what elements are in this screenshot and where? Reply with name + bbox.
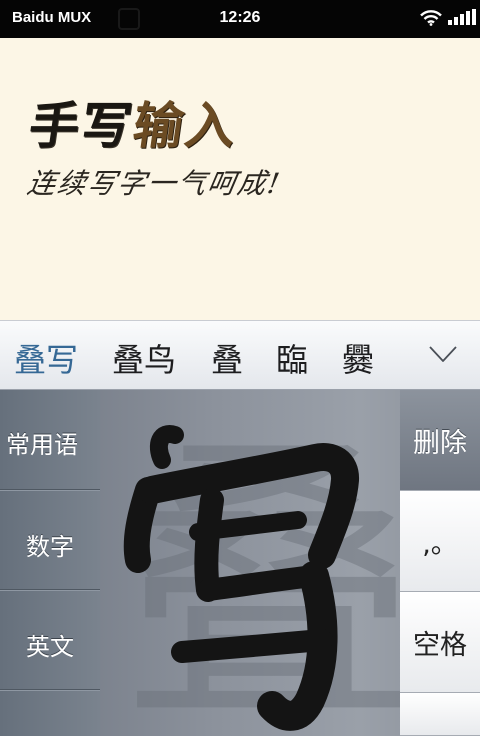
wifi-icon xyxy=(420,10,442,26)
space-key[interactable]: 空格 xyxy=(400,592,480,693)
candidate-1[interactable]: 叠鸟 xyxy=(112,335,176,381)
hero-title-main: 手写 xyxy=(25,96,138,155)
hero-title: 手写输入 xyxy=(25,86,243,158)
candidate-2[interactable]: 叠 xyxy=(211,335,243,381)
status-bar: Baidu MUX 12:26 xyxy=(0,0,480,38)
hero-subtitle: 连续写字一气呵成! xyxy=(24,167,284,200)
handwriting-keyboard: 常用语 数字 英文 叠 删除 ,。 空格 xyxy=(0,390,480,736)
candidate-bar: 叠写 叠鸟 叠 臨 爨 xyxy=(0,320,480,390)
english-key[interactable]: 英文 xyxy=(0,590,100,690)
common-phrases-key[interactable]: 常用语 xyxy=(0,390,100,490)
left-key-column: 常用语 数字 英文 xyxy=(0,390,100,736)
delete-key[interactable]: 删除 xyxy=(400,390,480,491)
triangle-down-icon[interactable] xyxy=(428,345,458,363)
return-key[interactable] xyxy=(400,693,480,736)
signal-icon xyxy=(448,9,476,25)
hero-banner: 手写输入 连续写字一气呵成! xyxy=(0,38,480,320)
status-clock: 12:26 xyxy=(219,9,261,26)
left-divider xyxy=(0,689,100,690)
punctuation-key[interactable]: ,。 xyxy=(400,491,480,592)
candidate-0[interactable]: 叠写 xyxy=(14,335,78,381)
hero-title-accent: 输入 xyxy=(129,96,242,155)
numbers-key[interactable]: 数字 xyxy=(0,490,100,590)
handwriting-canvas[interactable]: 叠 xyxy=(100,390,400,736)
right-key-column: 删除 ,。 空格 xyxy=(400,390,480,736)
candidate-4[interactable]: 爨 xyxy=(342,335,374,381)
candidate-3[interactable]: 臨 xyxy=(276,335,308,381)
